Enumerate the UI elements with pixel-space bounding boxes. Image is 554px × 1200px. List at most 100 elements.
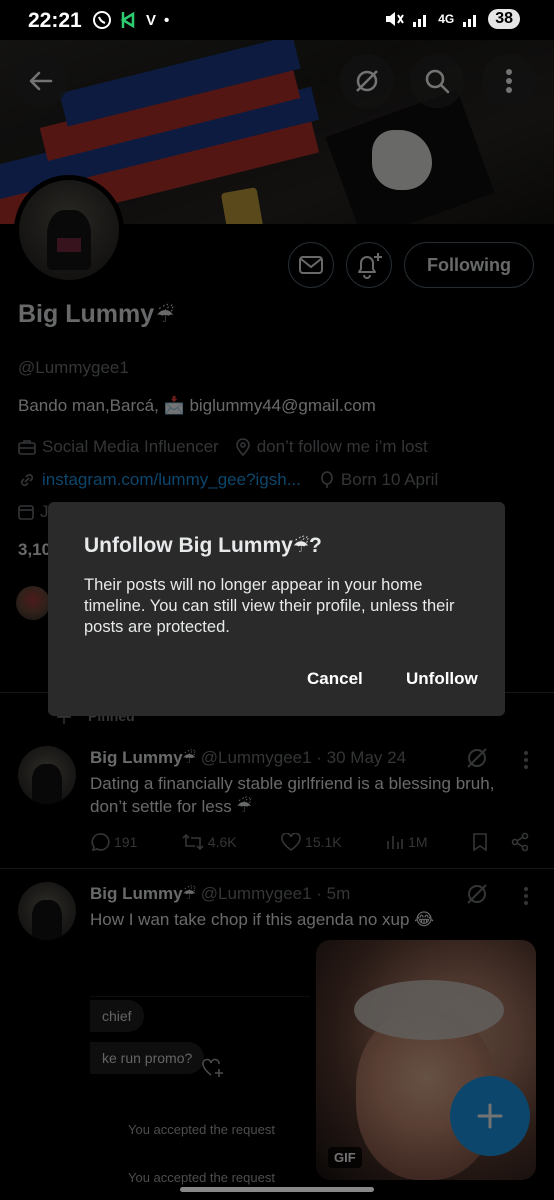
profile-avatar[interactable] [14,175,124,285]
back-button[interactable] [14,54,68,108]
tweet-header: Big Lummy☔ @Lummygee1 · 5m [90,884,350,904]
chat-bubble: ke run promo? [90,1042,205,1074]
retweet-count: 4.6K [207,834,237,850]
app-icon [120,11,135,29]
bookmark-icon[interactable] [472,832,488,852]
bell-plus-icon [358,253,383,279]
profile-info: Big Lummy ☔ @Lummygee1 Bando man,Barcá, 📩… [16,300,538,620]
bookmark-share-group [472,832,530,852]
dot-icon: • [164,11,170,29]
like-count: 15.1K [305,834,342,850]
follow-counts[interactable]: 3,10 [18,540,51,560]
dialog-title-text: Unfollow Big Lummy [84,534,293,557]
profile-actions: Following [288,242,534,288]
umbrella-emoji: ☔ [182,886,197,903]
status-bar: 22:21 V • 4G 38 [0,0,554,40]
whatsapp-icon [93,11,111,29]
heart-icon [281,833,301,851]
more-vertical-icon[interactable] [523,750,529,770]
profile-handle: @Lummygee1 [18,358,129,377]
tweet-author-name[interactable]: Big Lummy [90,884,183,903]
tweet-text: Dating a financially stable girlfriend i… [90,774,495,816]
embed-divider [90,996,310,997]
location-pin-icon [235,438,250,456]
tweet-item[interactable]: Big Lummy☔ @Lummygee1 · 30 May 24 Dating… [0,740,554,870]
tweet-actions: 191 4.6K 15.1K 1M [90,832,530,852]
bio-text: Bando man,Barcá, [18,396,159,415]
network-type: 4G [438,12,455,26]
chat-system-line: You accepted the request [128,1170,275,1185]
dialog-title: Unfollow Big Lummy☔? [84,534,322,558]
views-button[interactable]: 1M [386,833,428,851]
umbrella-emoji: ☔ [182,750,197,767]
unfollow-dialog: Unfollow Big Lummy☔? Their posts will no… [48,502,505,716]
like-button[interactable]: 15.1K [281,833,342,851]
home-indicator[interactable] [180,1187,374,1192]
arrow-left-icon [29,71,53,91]
heart-plus-icon [202,1058,223,1077]
tweet-avatar[interactable] [18,882,76,940]
unfollow-button[interactable]: Unfollow [406,669,478,689]
bio-email: biglummy44@gmail.com [189,396,376,415]
link-icon [20,473,34,487]
tweet-author-name[interactable]: Big Lummy [90,748,183,767]
dialog-title-suffix: ? [308,534,322,557]
status-time: 22:21 [28,9,82,32]
notify-button[interactable] [346,242,393,288]
gif-badge: GIF [328,1147,362,1168]
tweet-meta: @Lummygee1 · 30 May 24 [200,748,407,767]
retweet-icon [182,833,204,851]
tweet-divider [0,868,554,869]
profile-website-link[interactable]: instagram.com/lummy_gee?igsh... [42,470,301,490]
status-letter: V [146,11,157,29]
balloon-icon [321,471,333,488]
mute-icon [386,12,405,26]
plus-icon [477,1103,503,1129]
battery-indicator: 38 [488,9,520,29]
views-icon [387,836,403,849]
reply-icon [91,833,110,852]
profile-display-name: Big Lummy ☔ [18,300,538,329]
profile-meta-row-2: instagram.com/lummy_gee?igsh... Born 10 … [18,470,438,490]
briefcase-icon [18,440,36,455]
tweet-embedded-image[interactable]: chief ke run promo? You accepted the req… [90,990,310,1190]
following-button[interactable]: Following [404,242,534,288]
umbrella-emoji: ☔ [156,305,175,327]
envelope-icon [299,256,324,274]
retweet-button[interactable]: 4.6K [182,833,237,851]
more-vertical-icon [506,69,512,93]
mail-emoji: 📩 [163,396,185,415]
more-options-button[interactable] [482,54,536,108]
signal-icon [413,15,427,27]
message-button[interactable] [288,242,335,288]
reply-count: 191 [114,834,138,850]
profile-location: don’t follow me i’m lost [256,437,428,456]
followed-by-avatar [16,586,50,620]
search-button[interactable] [410,54,464,108]
grok-button[interactable] [340,54,394,108]
chat-bubble: chief [90,1000,144,1032]
status-right: 4G 38 [384,9,520,29]
profile-joined-row: J [18,502,49,522]
views-count: 1M [408,834,428,850]
grok-icon [356,70,378,92]
compose-button[interactable] [450,1076,530,1156]
grok-icon[interactable] [465,882,489,906]
search-icon [425,69,450,94]
dialog-body: Their posts will no longer appear in you… [84,576,455,636]
chat-system-line: You accepted the request [128,1122,275,1137]
display-name-text: Big Lummy [18,300,155,328]
signal-icon-2 [463,15,477,27]
cancel-button[interactable]: Cancel [307,669,363,689]
more-vertical-icon[interactable] [523,886,529,906]
umbrella-emoji: ☔ [292,536,309,556]
profile-meta-row: Social Media Influencer don’t follow me … [18,437,428,457]
reply-button[interactable]: 191 [90,832,137,852]
following-count: 3,10 [18,540,52,559]
share-icon[interactable] [510,832,530,852]
notification-icons: V • [92,10,169,30]
grok-icon[interactable] [465,746,489,770]
tweet-avatar[interactable] [18,746,76,804]
calendar-icon [18,505,34,520]
tweet-text: How I wan take chop if this agenda no xu… [90,910,435,929]
